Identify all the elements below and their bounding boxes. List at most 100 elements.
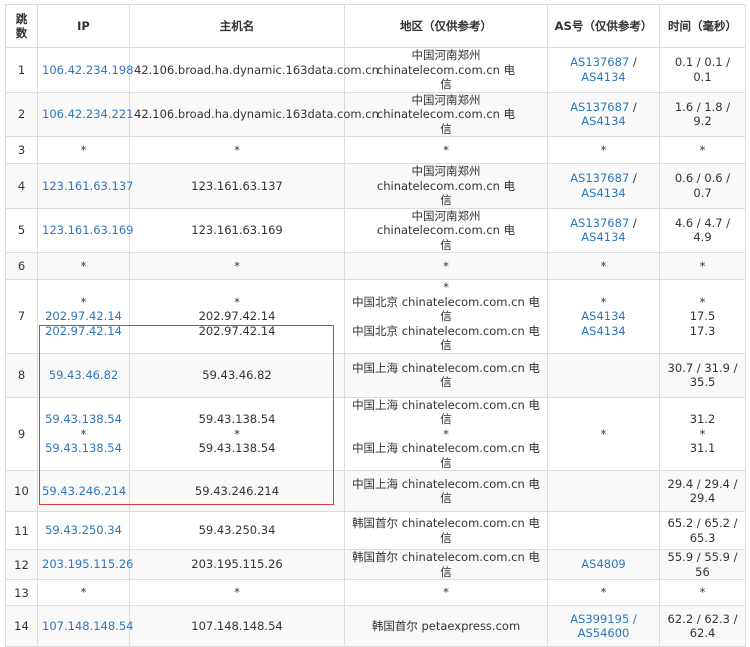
region-text: 中国河南郑州 chinatelecom.com.cn 电: [376, 164, 516, 193]
ip-link[interactable]: 203.195.115.26: [42, 557, 133, 572]
region-text: 信: [440, 237, 452, 252]
table-row: 8 59.43.46.82 59.43.46.82 中国上海 chinatelecom…: [5, 352, 746, 398]
time-text: 31.1: [689, 441, 716, 455]
hop-cell: 14: [5, 605, 38, 647]
region-text: 中国上海 chinatelecom.com.cn 电信: [352, 360, 540, 390]
ip-link: *: [80, 585, 87, 600]
as-link[interactable]: AS4809: [581, 557, 625, 571]
ip-link[interactable]: 106.42.234.221: [42, 107, 133, 122]
header-as: AS号（仅供参考）: [547, 4, 660, 48]
as-link: *: [600, 258, 607, 273]
table-row: 5 123.161.63.169 123.161.63.169 中国河南郑州 chin…: [5, 207, 746, 253]
host-text: 59.43.138.54: [198, 441, 276, 455]
time-text: 65.2 / 65.2 /: [667, 516, 738, 530]
as-cell: [547, 352, 660, 398]
time-cell: 55.9 / 55.9 / 56: [659, 549, 746, 580]
host-cell: 59.43.46.82: [129, 352, 345, 398]
as-cell: AS137687 / AS4134: [547, 91, 660, 137]
time-cell: *: [659, 579, 746, 606]
time-cell: * 17.5 17.3: [659, 279, 746, 354]
as-cell: [547, 470, 660, 512]
table-row: 13 * * * * *: [5, 579, 746, 606]
region-text: 中国上海 chinatelecom.com.cn 电信: [352, 441, 540, 470]
table-row: 1 106.42.234.198 42.106.broad.ha.dynamic.1…: [5, 47, 746, 93]
as-line: AS137687 / AS4134: [552, 216, 655, 245]
ip-link[interactable]: 202.97.42.14: [42, 324, 125, 339]
as-cell: *: [547, 136, 660, 164]
region-text: 信: [440, 77, 452, 91]
as-link[interactable]: AS4134: [581, 70, 625, 84]
ip-cell: 203.195.115.26: [37, 549, 133, 580]
time-text: 29.4 / 29.4 /: [667, 476, 738, 491]
as-separator: /: [629, 171, 637, 186]
host-cell: *: [129, 579, 345, 606]
as-link[interactable]: AS4134: [581, 309, 625, 323]
ip-cell: 59.43.138.54 * 59.43.138.54: [37, 396, 130, 471]
header-time: 时间（毫秒）: [659, 4, 746, 48]
region-cell: 中国河南郑州 chinatelecom.com.cn 电信: [344, 207, 548, 253]
table-header-row: 跳 数 IP 主机名 地区（仅供参考） AS号（仅供参考） 时间（毫秒）: [5, 4, 746, 48]
region-text: 中国北京 chinatelecom.com.cn 电信: [352, 294, 540, 324]
as-link[interactable]: AS4134: [581, 324, 625, 338]
time-text: *: [699, 585, 706, 600]
table-row: 11 59.43.250.34 59.43.250.34 韩国首尔 chinatele…: [5, 511, 746, 550]
time-text: 17.5: [689, 309, 716, 323]
as-line: AS54600: [552, 626, 655, 641]
table-row: 3 * * * * *: [5, 136, 746, 164]
ip-link[interactable]: 202.97.42.14: [42, 309, 125, 324]
as-cell: AS399195 /AS54600: [547, 605, 660, 647]
region-cell: *: [344, 252, 548, 280]
as-link[interactable]: AS137687: [570, 216, 629, 230]
ip-link[interactable]: 106.42.234.198: [42, 63, 133, 78]
ip-link[interactable]: 59.43.46.82: [42, 368, 125, 383]
as-line: AS4809: [552, 557, 655, 572]
ip-link[interactable]: 59.43.246.214: [42, 484, 126, 499]
ip-link[interactable]: 123.161.63.137: [42, 179, 133, 194]
as-cell: [547, 511, 660, 550]
time-text: 17.3: [689, 323, 716, 338]
ip-link[interactable]: 59.43.138.54: [42, 412, 125, 427]
region-text: 中国河南郑州 chinatelecom.com.cn 电: [376, 48, 516, 77]
time-cell: 0.6 / 0.6 / 0.7: [659, 163, 746, 209]
region-text: 中国河南郑州 chinatelecom.com.cn 电: [376, 92, 516, 122]
as-link[interactable]: AS137687: [570, 100, 629, 114]
as-separator: /: [629, 55, 637, 70]
host-text: *: [234, 142, 240, 157]
host-cell: 107.148.148.54: [129, 605, 345, 647]
ip-link[interactable]: 123.161.63.169: [42, 223, 133, 238]
ip-link[interactable]: 59.43.250.34: [42, 523, 125, 538]
time-cell: 31.2 * 31.1: [659, 396, 746, 471]
host-text: 123.161.63.169: [191, 223, 283, 237]
host-text: 42.106.broad.ha.dynamic.163data.com.cn: [134, 107, 379, 121]
time-cell: *: [659, 252, 746, 280]
as-cell: *: [547, 579, 660, 606]
region-text: 韩国首尔 chinatelecom.com.cn 电信: [352, 516, 540, 545]
as-line: AS4134: [552, 309, 655, 324]
as-link[interactable]: AS4134: [581, 186, 625, 200]
as-link[interactable]: AS137687: [570, 55, 629, 69]
host-text: 59.43.250.34: [198, 523, 276, 538]
as-link[interactable]: AS4134: [581, 114, 625, 128]
time-cell: 0.1 / 0.1 / 0.1: [659, 47, 746, 93]
as-cell: *: [547, 396, 660, 471]
ip-link[interactable]: 59.43.138.54: [42, 441, 125, 456]
as-separator: /: [629, 99, 637, 114]
hop-cell: 2: [5, 91, 38, 137]
as-link[interactable]: AS4134: [581, 230, 625, 244]
ip-cell: 107.148.148.54: [37, 605, 133, 647]
time-cell: 30.7 / 31.9 /35.5: [659, 352, 746, 398]
as-link[interactable]: AS137687: [570, 171, 629, 185]
ip-link[interactable]: 107.148.148.54: [42, 619, 133, 634]
host-cell: 59.43.250.34: [129, 511, 345, 550]
region-cell: 韩国首尔 petaexpress.com: [344, 605, 548, 647]
host-text: 59.43.138.54: [198, 412, 276, 426]
host-text: 107.148.148.54: [191, 618, 283, 633]
time-text: 0.1 / 0.1 / 0.1: [674, 55, 731, 84]
time-cell: 1.6 / 1.8 / 9.2: [659, 91, 746, 137]
hop-cell: 3: [5, 136, 38, 164]
region-text: 韩国首尔 petaexpress.com: [371, 618, 521, 633]
as-link[interactable]: AS54600: [578, 626, 630, 640]
ip-cell: * 202.97.42.14 202.97.42.14: [37, 279, 130, 354]
time-text: 0.6 / 0.6 / 0.7: [674, 171, 731, 200]
ip-cell: 59.43.46.82: [37, 352, 130, 398]
